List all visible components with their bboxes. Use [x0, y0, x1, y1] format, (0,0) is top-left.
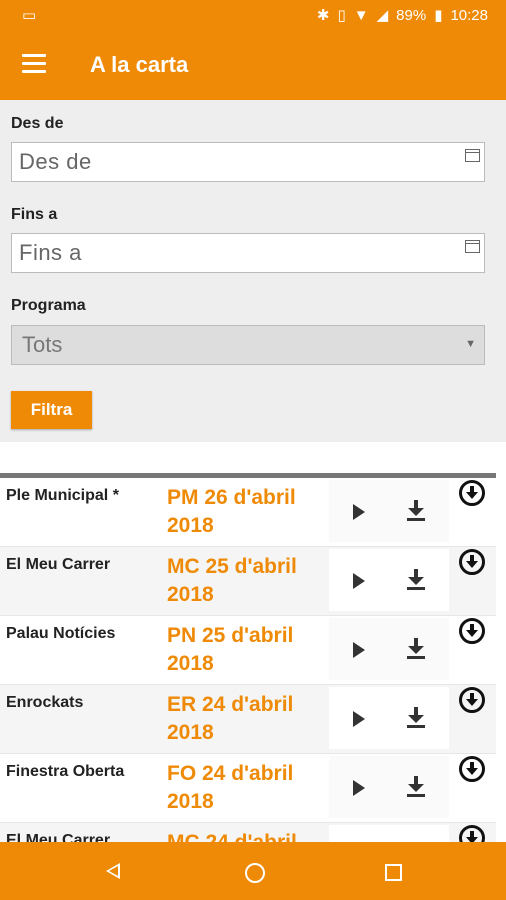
date-line: FO 24 d'abril	[167, 762, 294, 785]
media-controls	[329, 549, 449, 611]
system-nav-bar	[0, 842, 506, 900]
program-name: Ple Municipal *	[6, 487, 119, 504]
calendar-icon[interactable]	[465, 240, 480, 253]
filter-button[interactable]: Filtra	[11, 391, 92, 429]
to-date-label: Fins a	[11, 206, 58, 223]
download-circle-icon[interactable]	[459, 549, 485, 575]
status-time: 10:28	[450, 6, 488, 24]
play-icon[interactable]	[353, 573, 365, 589]
back-icon[interactable]	[106, 863, 120, 879]
calendar-icon[interactable]	[465, 149, 480, 162]
program-select[interactable]: Tots ▼	[11, 325, 485, 365]
play-icon[interactable]	[353, 504, 365, 520]
bluetooth-icon: ✱	[316, 7, 330, 24]
home-icon[interactable]	[245, 863, 265, 883]
download-circle-icon[interactable]	[459, 756, 485, 782]
download-icon[interactable]	[407, 500, 425, 522]
date-line: MC 25 d'abril	[167, 555, 297, 578]
program-name: El Meu Carrer	[6, 556, 111, 573]
status-bar: ▭ ✱ ▯ ▼ ◢ 89% ▮ 10:28	[0, 0, 506, 32]
program-date: PN 25 d'abril 2018	[167, 622, 322, 678]
app-bar: A la carta	[0, 32, 506, 100]
list-item: El Meu Carrer MC 25 d'abril 2018	[0, 547, 496, 616]
media-controls	[329, 756, 449, 818]
date-line: PM 26 d'abril	[167, 486, 296, 509]
signal-icon: ◢	[376, 7, 389, 24]
program-name: Enrockats	[6, 694, 84, 711]
download-circle-icon[interactable]	[459, 618, 485, 644]
wifi-icon: ▼	[353, 6, 369, 24]
to-date-input[interactable]: Fins a	[11, 233, 485, 273]
recent-apps-icon[interactable]	[385, 864, 402, 881]
from-date-placeholder: Des de	[19, 149, 92, 174]
program-label: Programa	[11, 297, 86, 314]
list-item: Palau Notícies PN 25 d'abril 2018	[0, 616, 496, 685]
program-date: PM 26 d'abril 2018	[167, 484, 322, 540]
dropdown-arrow-icon: ▼	[465, 338, 476, 350]
media-controls	[329, 687, 449, 749]
media-controls	[329, 618, 449, 680]
program-name: Finestra Oberta	[6, 763, 125, 780]
date-year: 2018	[167, 583, 214, 606]
date-year: 2018	[167, 790, 214, 813]
from-date-input[interactable]: Des de	[11, 142, 485, 182]
program-date: ER 24 d'abril 2018	[167, 691, 322, 747]
page-title: A la carta	[90, 52, 189, 77]
from-date-label: Des de	[11, 115, 64, 132]
battery-icon: ▮	[434, 7, 443, 24]
battery-percent: 89%	[396, 6, 427, 24]
play-icon[interactable]	[353, 780, 365, 796]
date-line: PN 25 d'abril	[167, 624, 294, 647]
program-list: Ple Municipal * PM 26 d'abril 2018 El Meu…	[0, 478, 496, 892]
program-name: Palau Notícies	[6, 625, 116, 642]
play-icon[interactable]	[353, 642, 365, 658]
to-date-placeholder: Fins a	[19, 240, 82, 265]
list-item: Ple Municipal * PM 26 d'abril 2018	[0, 478, 496, 547]
download-circle-icon[interactable]	[459, 480, 485, 506]
laptop-icon: ▭	[22, 7, 37, 24]
date-line: ER 24 d'abril	[167, 693, 294, 716]
list-item: Enrockats ER 24 d'abril 2018	[0, 685, 496, 754]
download-icon[interactable]	[407, 707, 425, 729]
date-year: 2018	[167, 652, 214, 675]
program-date: FO 24 d'abril 2018	[167, 760, 322, 816]
date-year: 2018	[167, 514, 214, 537]
download-icon[interactable]	[407, 638, 425, 660]
status-icons: ✱ ▯ ▼ ◢ 89% ▮ 10:28	[316, 6, 488, 25]
play-icon[interactable]	[353, 711, 365, 727]
program-selected-value: Tots	[22, 332, 63, 357]
program-date: MC 25 d'abril 2018	[167, 553, 322, 609]
menu-icon[interactable]	[22, 54, 46, 74]
download-icon[interactable]	[407, 776, 425, 798]
download-icon[interactable]	[407, 569, 425, 591]
media-controls	[329, 480, 449, 542]
list-item: Finestra Oberta FO 24 d'abril 2018	[0, 754, 496, 823]
vibrate-icon: ▯	[337, 7, 346, 24]
download-circle-icon[interactable]	[459, 687, 485, 713]
date-year: 2018	[167, 721, 214, 744]
